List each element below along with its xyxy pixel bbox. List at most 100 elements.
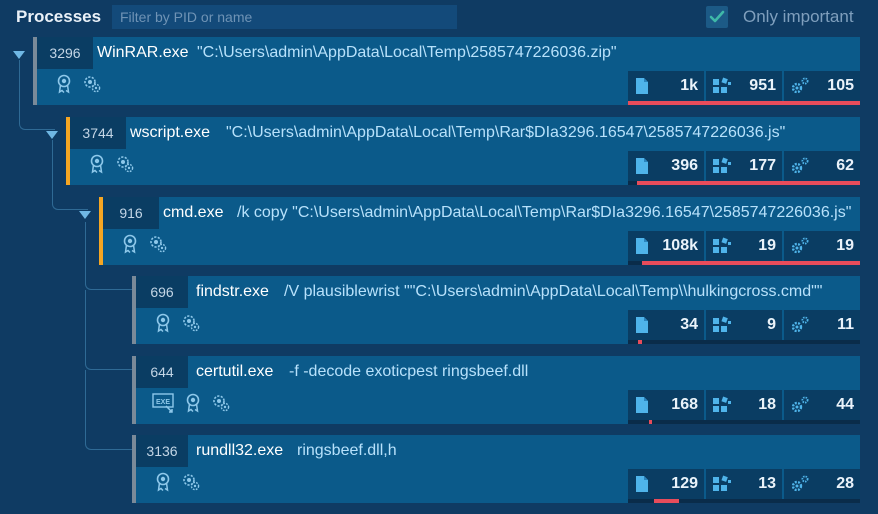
modules-gear-icon bbox=[791, 396, 809, 413]
registry-stat[interactable]: 9 bbox=[706, 310, 782, 340]
files-stat[interactable]: 129 bbox=[628, 469, 704, 499]
process-stats: 34 9 11 bbox=[628, 310, 860, 344]
process-name: cmd.exe bbox=[163, 204, 224, 221]
process-card[interactable]: 696 findstr.exe/V plausiblewrist ""C:\Use… bbox=[132, 276, 860, 344]
process-pid: 696 bbox=[136, 276, 188, 308]
only-important-label[interactable]: Only important bbox=[743, 7, 854, 27]
process-command-line: /V plausiblewrist ""C:\Users\admin\AppDa… bbox=[284, 283, 823, 300]
registry-stat[interactable]: 19 bbox=[706, 231, 782, 261]
expand-toggle-icon[interactable] bbox=[45, 127, 59, 139]
process-name: certutil.exe bbox=[196, 363, 274, 380]
certificate-icon bbox=[119, 233, 141, 255]
process-command-line: ringsbeef.dll,h bbox=[297, 442, 397, 459]
modules-count: 105 bbox=[827, 77, 854, 94]
filter-input[interactable] bbox=[112, 5, 457, 29]
file-icon bbox=[636, 476, 648, 492]
gear-cog-icon bbox=[180, 312, 202, 334]
modules-gear-icon bbox=[791, 475, 809, 492]
certificate-icon bbox=[86, 153, 108, 175]
process-pid: 3744 bbox=[70, 117, 126, 149]
panel-title: Processes bbox=[16, 7, 102, 26]
only-important-checkbox[interactable] bbox=[706, 6, 728, 28]
activity-bar-fill bbox=[648, 420, 653, 424]
modules-count: 28 bbox=[836, 475, 854, 492]
modules-stat[interactable]: 28 bbox=[784, 469, 860, 499]
certificate-icon bbox=[53, 73, 75, 95]
tree-connector bbox=[85, 370, 133, 450]
modules-stat[interactable]: 11 bbox=[784, 310, 860, 340]
registry-icon bbox=[713, 475, 731, 491]
exe-file-icon: EXE bbox=[152, 392, 176, 414]
process-card[interactable]: 916 cmd.exe/k copy "C:\Users\admin\AppDat… bbox=[99, 197, 860, 265]
gear-cog-icon bbox=[114, 153, 136, 175]
process-stats: 168 18 44 bbox=[628, 390, 860, 424]
registry-stat[interactable]: 13 bbox=[706, 469, 782, 499]
modules-count: 11 bbox=[837, 316, 854, 333]
process-indicator-icons bbox=[53, 73, 103, 95]
registry-icon bbox=[713, 237, 731, 253]
expand-toggle-icon[interactable] bbox=[78, 207, 92, 219]
files-count: 34 bbox=[680, 316, 698, 333]
modules-stat[interactable]: 62 bbox=[784, 151, 860, 181]
gear-cog-icon bbox=[81, 73, 103, 95]
registry-icon bbox=[713, 157, 731, 173]
modules-stat[interactable]: 44 bbox=[784, 390, 860, 420]
files-count: 168 bbox=[671, 396, 698, 413]
expand-toggle-icon[interactable] bbox=[12, 47, 26, 59]
activity-bar bbox=[628, 340, 860, 344]
process-pid: 644 bbox=[136, 356, 188, 388]
activity-bar-fill bbox=[628, 101, 860, 105]
modules-stat[interactable]: 19 bbox=[784, 231, 860, 261]
registry-count: 951 bbox=[749, 77, 776, 94]
registry-stat[interactable]: 18 bbox=[706, 390, 782, 420]
files-count: 129 bbox=[671, 475, 698, 492]
activity-bar-fill bbox=[653, 499, 680, 503]
process-card[interactable]: 3296 WinRAR.exe "C:\Users\admin\AppData\Lo… bbox=[33, 37, 860, 105]
process-stats: 129 13 28 bbox=[628, 469, 860, 503]
file-icon bbox=[636, 238, 648, 254]
file-icon bbox=[636, 397, 648, 413]
files-stat[interactable]: 108k bbox=[628, 231, 704, 261]
registry-count: 9 bbox=[767, 316, 776, 333]
modules-count: 62 bbox=[836, 157, 854, 174]
registry-stat[interactable]: 177 bbox=[706, 151, 782, 181]
certificate-icon bbox=[152, 471, 174, 493]
process-pid: 916 bbox=[103, 197, 159, 229]
modules-gear-icon bbox=[791, 157, 809, 174]
activity-bar bbox=[628, 420, 860, 424]
process-card[interactable]: 644 certutil.exe -f -decode exoticpest rin… bbox=[132, 356, 860, 424]
registry-count: 19 bbox=[758, 237, 776, 254]
registry-stat[interactable]: 951 bbox=[706, 71, 782, 101]
process-indicator-icons: EXE bbox=[152, 392, 232, 414]
files-stat[interactable]: 1k bbox=[628, 71, 704, 101]
processes-header: Processes Only important bbox=[0, 0, 878, 34]
certificate-icon bbox=[152, 312, 174, 334]
gear-cog-icon bbox=[180, 471, 202, 493]
files-count: 1k bbox=[680, 77, 698, 94]
files-stat[interactable]: 168 bbox=[628, 390, 704, 420]
process-pid: 3296 bbox=[37, 37, 93, 69]
process-indicator-icons bbox=[152, 312, 202, 334]
certificate-icon bbox=[182, 392, 204, 414]
process-name: findstr.exe bbox=[196, 283, 269, 300]
registry-count: 18 bbox=[758, 396, 776, 413]
process-stats: 108k 19 19 bbox=[628, 231, 860, 265]
svg-text:EXE: EXE bbox=[156, 399, 170, 406]
activity-bar-fill bbox=[637, 181, 860, 185]
gear-cog-icon bbox=[147, 233, 169, 255]
files-stat[interactable]: 396 bbox=[628, 151, 704, 181]
activity-bar-fill bbox=[638, 340, 642, 344]
modules-stat[interactable]: 105 bbox=[784, 71, 860, 101]
files-stat[interactable]: 34 bbox=[628, 310, 704, 340]
activity-bar bbox=[628, 261, 860, 265]
file-icon bbox=[636, 158, 648, 174]
registry-count: 177 bbox=[749, 157, 776, 174]
process-stats: 1k 951 105 bbox=[628, 71, 860, 105]
process-indicator-icons bbox=[152, 471, 202, 493]
process-card[interactable]: 3744 wscript.exe "C:\Users\admin\AppData\L… bbox=[66, 117, 860, 185]
file-icon bbox=[636, 78, 648, 94]
process-stats: 396 177 62 bbox=[628, 151, 860, 185]
modules-gear-icon bbox=[791, 316, 809, 333]
registry-icon bbox=[713, 77, 731, 93]
process-card[interactable]: 3136 rundll32.exe ringsbeef.dll,h 129 13 28 bbox=[132, 435, 860, 503]
